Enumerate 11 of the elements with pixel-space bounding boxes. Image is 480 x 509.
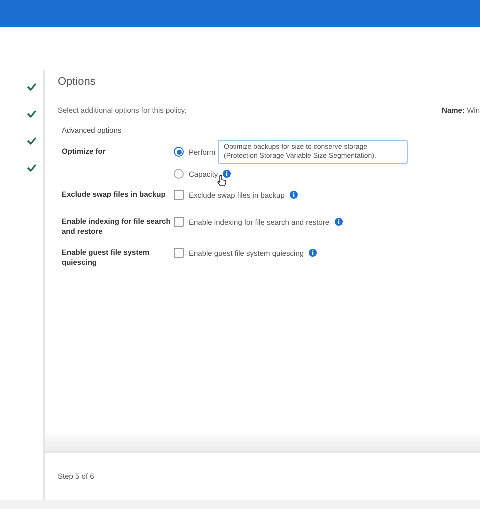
checkbox[interactable] — [174, 217, 184, 227]
checkbox[interactable] — [174, 248, 184, 258]
checkbox[interactable] — [174, 190, 184, 200]
info-icon[interactable] — [223, 170, 232, 178]
info-icon[interactable] — [290, 191, 298, 199]
info-icon[interactable] — [309, 249, 318, 257]
hand-cursor-icon — [217, 175, 227, 187]
radio-button[interactable] — [174, 169, 184, 179]
page-title: Options — [58, 76, 97, 88]
info-icon[interactable] — [334, 218, 343, 226]
radio-button[interactable] — [174, 147, 184, 157]
